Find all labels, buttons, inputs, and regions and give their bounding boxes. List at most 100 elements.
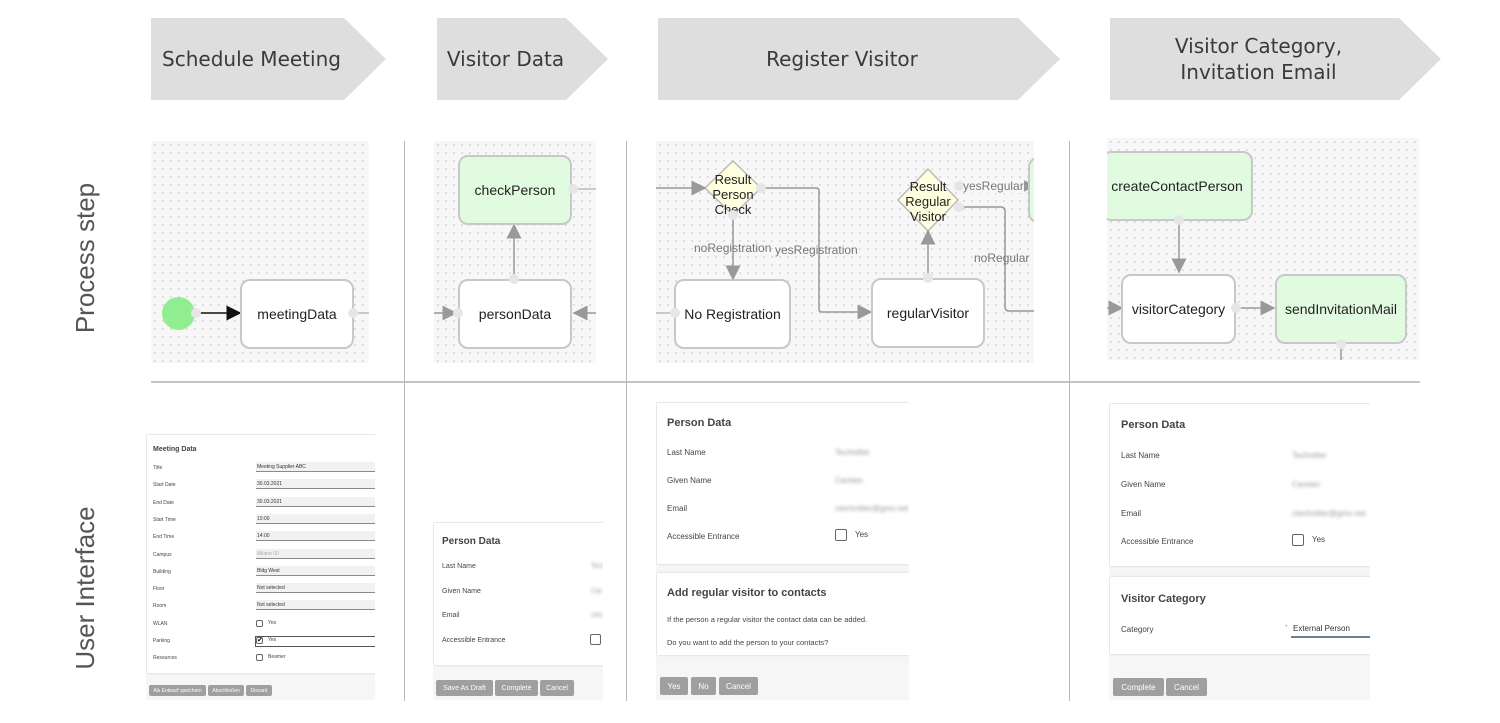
field-label: Building [153,568,171,575]
column-divider [626,141,627,701]
port [728,210,738,220]
port [923,273,933,283]
field-value[interactable]: ctechnitter@gmx.net [1292,509,1368,518]
field-value[interactable]: Carsten [835,476,909,485]
task-label: meetingData [257,306,337,322]
gateway-label: Result Regular Visitor [905,179,951,224]
field-input[interactable]: 10:00 [256,513,375,524]
field-label: WLAN [153,620,168,627]
field-label: Category [1121,625,1154,634]
ui-person-form: Person Data Last Name Tech Given Name Ca… [433,522,603,700]
process-canvas-visitor: checkPerson personData [434,141,596,363]
cancel-button[interactable]: Cancel [540,680,574,696]
task-create-contact-person[interactable]: createContactPerson [1107,151,1253,221]
phase-label: Schedule Meeting [162,47,341,71]
edge-label-yes-registration: yesRegistration [775,243,858,257]
port [1174,215,1184,225]
lane-label-ui: User Interface [70,506,100,670]
field-label: Start Time [153,516,176,523]
no-button[interactable]: No [691,677,716,695]
card-title: Visitor Category [1121,593,1206,605]
task-check-person[interactable]: checkPerson [458,155,572,225]
accessible-entrance-checkbox[interactable] [835,529,847,541]
port [348,308,358,318]
info-text: If the person a regular visitor the cont… [667,615,868,624]
task-send-invitation-mail[interactable]: sendInvitationMail [1275,274,1407,344]
person-data-card: Person Data Last Name Technitter Given N… [1110,404,1370,566]
task-create-contact-partial[interactable] [1028,157,1034,223]
accessible-entrance-checkbox[interactable] [590,634,601,645]
complete-button[interactable]: Complete [1113,678,1164,696]
task-visitor-category[interactable]: visitorCategory [1121,274,1236,344]
task-label: regularVisitor [886,305,970,321]
person-data-card: Person Data Last Name Technitter Given N… [657,403,909,564]
task-meeting-data[interactable]: meetingData [240,279,354,349]
field-input[interactable]: Meeting Supplier ABC [256,462,375,472]
field-input[interactable]: 30.03.2021 [256,496,375,507]
cancel-button[interactable]: Cancel [719,677,758,695]
field-label: Parking [153,638,170,644]
field-label: Last Name [1121,451,1160,460]
phase-label: Register Visitor [766,47,918,71]
discard-button[interactable]: Discard [246,685,272,696]
card-title: Add regular visitor to contacts [667,587,827,599]
field-input[interactable]: Milano 00 [256,548,375,559]
field-value[interactable]: Tech [591,563,603,570]
task-label: personData [478,306,552,322]
field-label: Title [153,465,163,471]
task-no-registration[interactable]: No Registration [674,279,791,349]
column-divider [404,141,405,701]
cancel-button[interactable]: Cancel [1166,678,1207,696]
question-text: Do you want to add the person to your co… [667,638,829,647]
card-title: Person Data [667,417,732,429]
field-value[interactable]: ctec [591,612,603,619]
task-label: visitorCategory [1131,301,1226,317]
add-contacts-card: Add regular visitor to contacts If the p… [657,573,909,655]
yes-button[interactable]: Yes [660,677,688,695]
meeting-data-card: Meeting Data Title Meeting Supplier ABC St… [147,435,375,673]
category-select[interactable]: External Person [1291,620,1370,638]
field-value[interactable]: Technitter [1292,451,1368,460]
task-label: checkPerson [474,182,556,198]
field-value[interactable]: ctechnitter@gmx.net [835,504,909,513]
wlan-checkbox[interactable] [256,619,263,627]
required-mark: * [1285,625,1288,631]
field-label: Floor [153,586,165,593]
save-draft-button[interactable]: Als Entwurf speichern [149,685,206,696]
field-label: Email [667,504,688,513]
field-input[interactable]: Not selected [256,600,375,611]
field-label: Email [442,612,460,619]
field-input[interactable]: 30.03.2021 [256,479,375,490]
field-input[interactable]: 14:00 [256,531,375,542]
field-label: Given Name [442,588,481,595]
complete-button[interactable]: Abschließen [208,685,244,696]
port [509,274,519,284]
field-value[interactable]: Carsten [1292,480,1368,489]
resources-checkbox[interactable] [256,654,263,662]
process-canvas-category: createContactPerson visitorCategory send… [1107,138,1419,360]
field-input[interactable]: Bldg West [256,565,375,576]
phase-label: Visitor Data [446,47,565,71]
process-canvas-schedule: meetingData [151,141,369,363]
task-person-data[interactable]: personData [458,279,572,349]
save-as-draft-button[interactable]: Save As Draft [436,680,493,696]
field-label: End Time [153,534,175,541]
check-label: Accessible Entrance [1121,537,1194,546]
ui-category-form: Person Data Last Name Technitter Given N… [1109,403,1370,700]
column-divider [1069,141,1070,701]
field-label: Resources [153,655,177,662]
check-label: Accessible Entrance [442,637,506,644]
field-label: Campus [153,551,172,558]
complete-button[interactable]: Complete [495,680,538,696]
task-regular-visitor[interactable]: regularVisitor [871,278,985,348]
visitor-category-card: Visitor Category Category * External Per… [1110,577,1370,654]
field-label: Last Name [667,448,706,457]
field-value[interactable]: Car [591,588,603,595]
edge-label-yes-regular: yesRegular [963,179,1024,193]
field-label: Room [153,603,167,610]
field-value[interactable]: Technitter [835,448,909,457]
accessible-entrance-checkbox[interactable] [1292,534,1304,546]
check-option: Beamer [268,654,286,661]
field-input[interactable]: Not selected [256,583,375,594]
port [568,184,578,194]
